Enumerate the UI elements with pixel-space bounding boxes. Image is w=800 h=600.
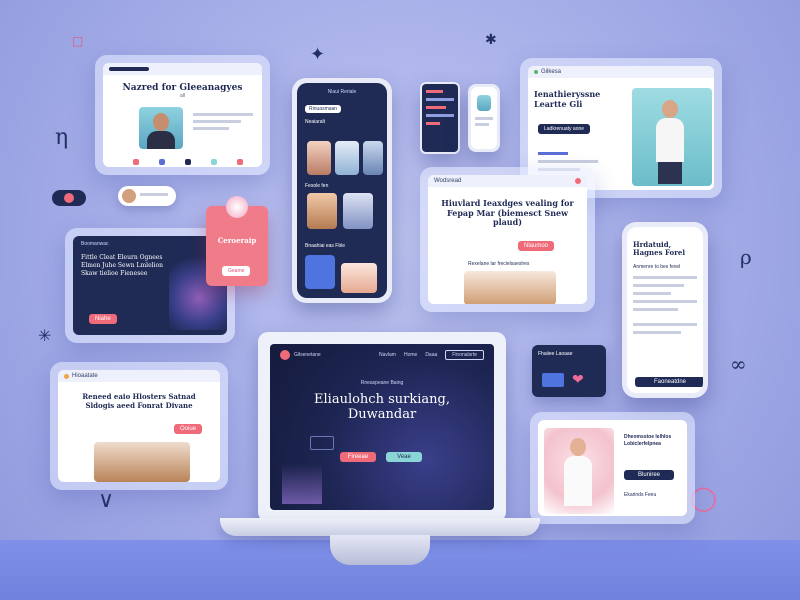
bottom-left-card: Hioaatate Reneed eaio Hlosters Satnad Sl… [50, 362, 228, 490]
heart-icon: ❤ [572, 371, 584, 387]
landscape-photo [464, 271, 556, 304]
right-phone-section: Anmenre to bes fexel [633, 263, 681, 270]
bottom-left-cta[interactable]: Ooiue [174, 424, 203, 434]
right-phone: Hrdatuid, Hagnes Forel Anmenre to bes fe… [622, 222, 708, 398]
laptop-cta-primary[interactable]: Fireeae [340, 452, 376, 462]
bottom-right-card: Dheomsstoe Ielhlos Lobiclerfelpnea Bluni… [530, 412, 695, 524]
laptop: Gilsenetane Navlam Home Daaa Finonalsrte… [258, 332, 506, 522]
feature-icon-row [133, 159, 243, 165]
phone-tag[interactable]: Rinuasmaan [305, 105, 342, 113]
phone-card-blue[interactable] [305, 255, 335, 289]
record-dot-icon [64, 193, 74, 203]
laptop-nav-1[interactable]: Navlam [379, 352, 396, 358]
phone-photo-1[interactable] [307, 141, 331, 175]
profile-photo [139, 107, 183, 149]
bottom-left-logo: Hioaatate [72, 373, 98, 379]
phone-photo-5[interactable] [343, 193, 373, 229]
phone-photo-4[interactable] [307, 193, 337, 229]
laptop-navbar: Gilsenetane Navlam Home Daaa Finonalsrte [270, 344, 494, 366]
top-left-subline: all [179, 93, 185, 99]
laptop-eyebrow: Rneaspeane Baing [360, 380, 404, 386]
top-right-cta[interactable]: Ladkrenuaty aone [538, 124, 591, 134]
phone-section-2: Fesole fen [305, 183, 329, 189]
mid-cta[interactable]: Nlaumoo [518, 241, 555, 251]
mid-menu-icon[interactable] [575, 178, 581, 184]
laptop-headline-1: Eliaulohch surkiang, [314, 392, 450, 407]
laptop-stand [330, 535, 430, 565]
record-toggle[interactable] [52, 190, 86, 206]
city-art [282, 464, 322, 504]
laptop-nav-3[interactable]: Daaa [425, 352, 437, 358]
small-tablet [420, 82, 460, 154]
tiny-phone [468, 84, 500, 152]
symbol-n-icon: η [55, 125, 69, 150]
bottom-left-headline: Reneed eaio Hlosters Satnad Sldogis aeed… [82, 392, 196, 411]
avatar-chip[interactable] [118, 186, 176, 206]
top-right-logo: Gilkesa [541, 69, 562, 75]
pink-card-cta[interactable]: Geame [222, 266, 251, 276]
top-left-card: Nazred for Gleeanagyes all [95, 55, 270, 175]
mid-headline: Hiuvlard Ieaxdges vealing for Fepap Mar … [441, 198, 574, 228]
right-phone-headline: Hrdatuid, Hagnes Forel [633, 240, 686, 258]
laptop-base [220, 518, 540, 536]
text-lines [193, 113, 253, 130]
bottom-right-headline: Dheomsstoe Ielhlos Lobiclerfelpnea [624, 434, 672, 447]
top-right-headline: Ienathieryssne Leartte Gli [534, 89, 601, 109]
star-icon: ✦ [310, 44, 326, 65]
avatar [122, 189, 136, 203]
phone-photo-3[interactable] [363, 141, 383, 175]
laptop-logo: Gilsenetane [294, 352, 321, 358]
loop-icon: ∞ [730, 352, 747, 376]
tablet-list [422, 84, 458, 131]
small-dark-card: Fhaiiee Laoaae ❤ [532, 345, 606, 397]
phone-section-1: Neaiaralt [305, 119, 326, 125]
top-right-navbar: Gilkesa [528, 66, 714, 78]
top-left-headline: Nazred for Gleeanagyes [122, 83, 243, 93]
landscape-photo-2 [94, 442, 190, 482]
bottom-right-sub: Ekarinds Feeu [624, 492, 657, 498]
pink-card-title: Ceroeraip [217, 236, 257, 245]
mid-navbar: Wodsread [428, 175, 587, 187]
star-icon: ✱ [485, 32, 497, 48]
tiny-phone-photo [477, 95, 491, 111]
bottom-right-cta[interactable]: Bluniree [624, 470, 674, 480]
small-dark-label: Fhaiiee Laoaae [538, 351, 573, 357]
laptop-headline-2: Duwandar [347, 407, 417, 422]
credit-card-icon [542, 373, 564, 387]
woman-photo [632, 88, 712, 186]
phone-header: Nlaui Reriale [327, 89, 357, 95]
phone-card-photo[interactable] [341, 263, 377, 293]
right-phone-cta[interactable]: Faoneatdne [635, 377, 703, 387]
top-left-navbar [103, 63, 262, 75]
mid-card: Wodsread Hiuvlard Ieaxdges vealing for F… [420, 167, 595, 312]
sparkle-icon: □ [72, 34, 84, 48]
chevron-icon: ∨ [98, 488, 115, 513]
phone-section-3: Bnaahiai eas Fble [305, 243, 346, 249]
left-dark-headline: Fittle Cleat Eleurn Ognees Elmen Juhe Se… [81, 254, 163, 277]
bottom-left-navbar: Hioaatate [58, 370, 220, 382]
center-phone: Nlaui Reriale Rinuasmaan Neaiaralt Fesol… [292, 78, 392, 303]
laptop-nav-2[interactable]: Home [404, 352, 417, 358]
mid-logo: Wodsread [434, 178, 462, 184]
laptop-screen: Gilsenetane Navlam Home Daaa Finonalsrte… [270, 344, 494, 510]
laptop-window-graphic [310, 436, 334, 450]
symbol-p-icon: ρ [740, 245, 752, 269]
mid-caption: Rexelane lar frecielsaeslres [468, 261, 530, 267]
gem-icon [226, 196, 248, 218]
laptop-header-button[interactable]: Finonalsrte [445, 350, 484, 360]
pink-card: Ceroeraip Geame [206, 196, 268, 286]
right-phone-lines [627, 272, 703, 338]
sparkle-icon: ✳ [38, 326, 52, 345]
laptop-cta-secondary[interactable]: Veae [386, 452, 422, 462]
woman-flowers-photo [544, 428, 614, 514]
phone-photo-2[interactable] [335, 141, 359, 175]
left-dark-cta[interactable]: Niahe [89, 314, 117, 324]
laptop-logo-icon [280, 350, 290, 360]
